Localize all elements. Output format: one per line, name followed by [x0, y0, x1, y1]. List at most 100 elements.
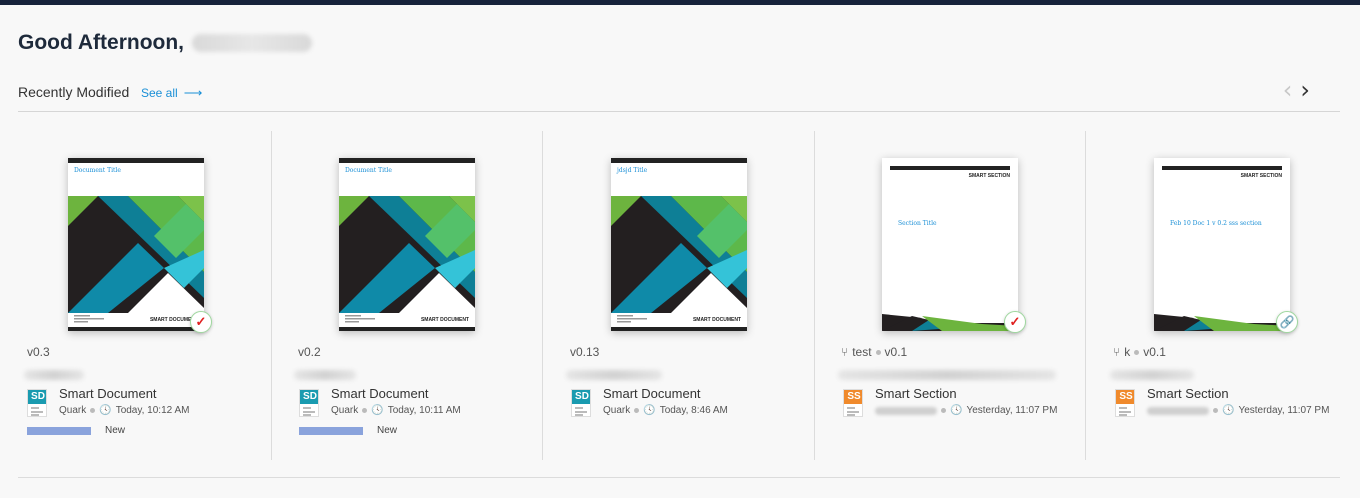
clock-icon: 🕓	[1222, 405, 1235, 416]
version-label: v0.13	[570, 345, 600, 359]
separator-dot	[875, 349, 881, 355]
separator-dot	[634, 408, 640, 413]
separator-dot	[362, 408, 368, 413]
section-title: Recently Modified	[18, 84, 130, 100]
owner-time: Quark 🕓 Today, 10:12 AM	[59, 405, 189, 416]
branch-icon: ⑂	[1113, 345, 1121, 359]
separator-dot	[941, 408, 946, 413]
document-thumbnail[interactable]: Document Title SMART DOCUMENT	[339, 158, 475, 331]
recent-item-card[interactable]: SMART SECTION Section Title ✓ ⑂ test v0.1 SS Sm…	[814, 131, 1086, 460]
document-thumbnail[interactable]: Document Title SMART DOCUMENT	[68, 158, 204, 331]
owner-time: 🕓 Yesterday, 11:07 PM	[875, 405, 1057, 416]
version-info: v0.3	[27, 345, 50, 359]
smart-document-icon: SD	[571, 389, 591, 417]
type-name: Smart Section	[1147, 386, 1229, 401]
smart-document-icon: SD	[299, 389, 319, 417]
check-icon: ✓	[1004, 311, 1026, 333]
recent-cards: Document Title SMART DOCUMENT ✓ v0.3 SD Smart…	[0, 131, 1360, 460]
item-meta: SD Smart Document Quark 🕓 Today, 10:12 AM	[27, 386, 267, 420]
clock-icon: 🕓	[950, 405, 963, 416]
chevron-right-icon[interactable]: ›	[1300, 78, 1310, 102]
clock-icon: 🕓	[643, 405, 656, 416]
clock-icon: 🕓	[371, 405, 384, 416]
top-bar	[0, 0, 1360, 5]
owner-time: 🕓 Yesterday, 11:07 PM	[1147, 405, 1329, 416]
type-abbr: SD	[572, 390, 590, 404]
recent-item-card[interactable]: SMART SECTION Feb 10 Doc 1 v 0.2 sss sect…	[1086, 131, 1358, 460]
arrow-right-icon: ⟶	[183, 85, 203, 100]
document-thumbnail[interactable]: SMART SECTION Feb 10 Doc 1 v 0.2 sss sect…	[1154, 158, 1290, 331]
type-abbr: SD	[28, 390, 46, 404]
owner-time: Quark 🕓 Today, 10:11 AM	[331, 405, 461, 416]
thumbnail-title: Feb 10 Doc 1 v 0.2 sss section	[1170, 220, 1262, 227]
smart-section-icon: SS	[843, 389, 863, 417]
version-info: ⑂ test v0.1	[841, 345, 907, 359]
thumbnail-title: jdsjd Title	[617, 167, 648, 174]
recent-item-card[interactable]: jdsjd Title SMART DOCUMENT v0.13 SD Smart Do…	[543, 131, 815, 460]
tag-swatch	[27, 426, 91, 435]
type-name: Smart Document	[331, 386, 429, 401]
thumbnail-title: Document Title	[345, 167, 392, 174]
greeting-text: Good Afternoon,	[18, 31, 185, 54]
thumbnail-title: Section Title	[898, 220, 937, 227]
see-all-label: See all	[141, 86, 178, 100]
item-name-redacted	[566, 370, 662, 380]
document-thumbnail[interactable]: jdsjd Title SMART DOCUMENT	[611, 158, 747, 331]
branch-name: k	[1124, 345, 1131, 359]
owner-name: Quark	[331, 405, 359, 416]
link-icon: 🔗	[1276, 311, 1298, 333]
document-thumbnail[interactable]: SMART SECTION Section Title	[882, 158, 1018, 331]
smart-document-icon: SD	[27, 389, 47, 417]
chevron-left-icon[interactable]: ‹	[1283, 78, 1293, 102]
item-name-redacted	[294, 370, 356, 380]
modified-time: Today, 8:46 AM	[659, 405, 728, 416]
item-meta: SS Smart Section 🕓 Yesterday, 11:07 PM	[1115, 386, 1355, 420]
tag-label: New	[105, 425, 126, 436]
status-tag: New	[27, 425, 125, 436]
separator-dot	[1134, 349, 1140, 355]
type-abbr: SS	[844, 390, 862, 404]
recent-item-card[interactable]: Document Title SMART DOCUMENT ✓ v0.3 SD Smart…	[0, 131, 272, 460]
version-info: v0.2	[298, 345, 321, 359]
version-label: v0.1	[1143, 345, 1166, 359]
type-name: Smart Document	[603, 386, 701, 401]
item-name-redacted	[838, 370, 1056, 380]
owner-name: Quark	[603, 405, 631, 416]
greeting: Good Afternoon,	[18, 31, 313, 55]
version-label: v0.1	[884, 345, 908, 359]
version-label: v0.2	[298, 345, 321, 359]
item-meta: SS Smart Section 🕓 Yesterday, 11:07 PM	[843, 386, 1083, 420]
see-all-link[interactable]: See all ⟶	[141, 85, 202, 101]
status-tag: New	[299, 425, 397, 436]
version-label: v0.3	[27, 345, 50, 359]
thumbnail-header-label: SMART SECTION	[968, 173, 1010, 179]
recently-modified-header: Recently Modified See all ⟶ ‹ ›	[18, 78, 1340, 112]
owner-name-redacted	[875, 406, 937, 415]
tag-swatch	[299, 426, 363, 435]
owner-time: Quark 🕓 Today, 8:46 AM	[603, 405, 728, 416]
tag-label: New	[377, 425, 398, 436]
branch-name: test	[852, 345, 872, 359]
version-info: ⑂ k v0.1	[1113, 345, 1166, 359]
clock-icon: 🕓	[99, 405, 112, 416]
user-name-redacted	[192, 34, 313, 52]
modified-time: Today, 10:11 AM	[387, 405, 461, 416]
version-info: v0.13	[570, 345, 599, 359]
thumbnail-footer-label: SMART DOCUMENT	[420, 317, 469, 323]
item-meta: SD Smart Document Quark 🕓 Today, 8:46 AM	[571, 386, 811, 420]
item-name-redacted	[24, 370, 84, 380]
separator-dot	[90, 408, 96, 413]
divider	[18, 477, 1340, 478]
carousel-pager: ‹ ›	[1283, 78, 1310, 102]
modified-time: Yesterday, 11:07 PM	[1238, 405, 1330, 416]
modified-time: Today, 10:12 AM	[115, 405, 190, 416]
type-abbr: SS	[1116, 390, 1134, 404]
modified-time: Yesterday, 11:07 PM	[966, 405, 1058, 416]
thumbnail-title: Document Title	[74, 167, 121, 174]
smart-section-icon: SS	[1115, 389, 1135, 417]
type-name: Smart Document	[59, 386, 157, 401]
type-name: Smart Section	[875, 386, 957, 401]
owner-name-redacted	[1147, 406, 1209, 415]
item-meta: SD Smart Document Quark 🕓 Today, 10:11 AM	[299, 386, 539, 420]
recent-item-card[interactable]: Document Title SMART DOCUMENT v0.2 SD Smart …	[271, 131, 543, 460]
